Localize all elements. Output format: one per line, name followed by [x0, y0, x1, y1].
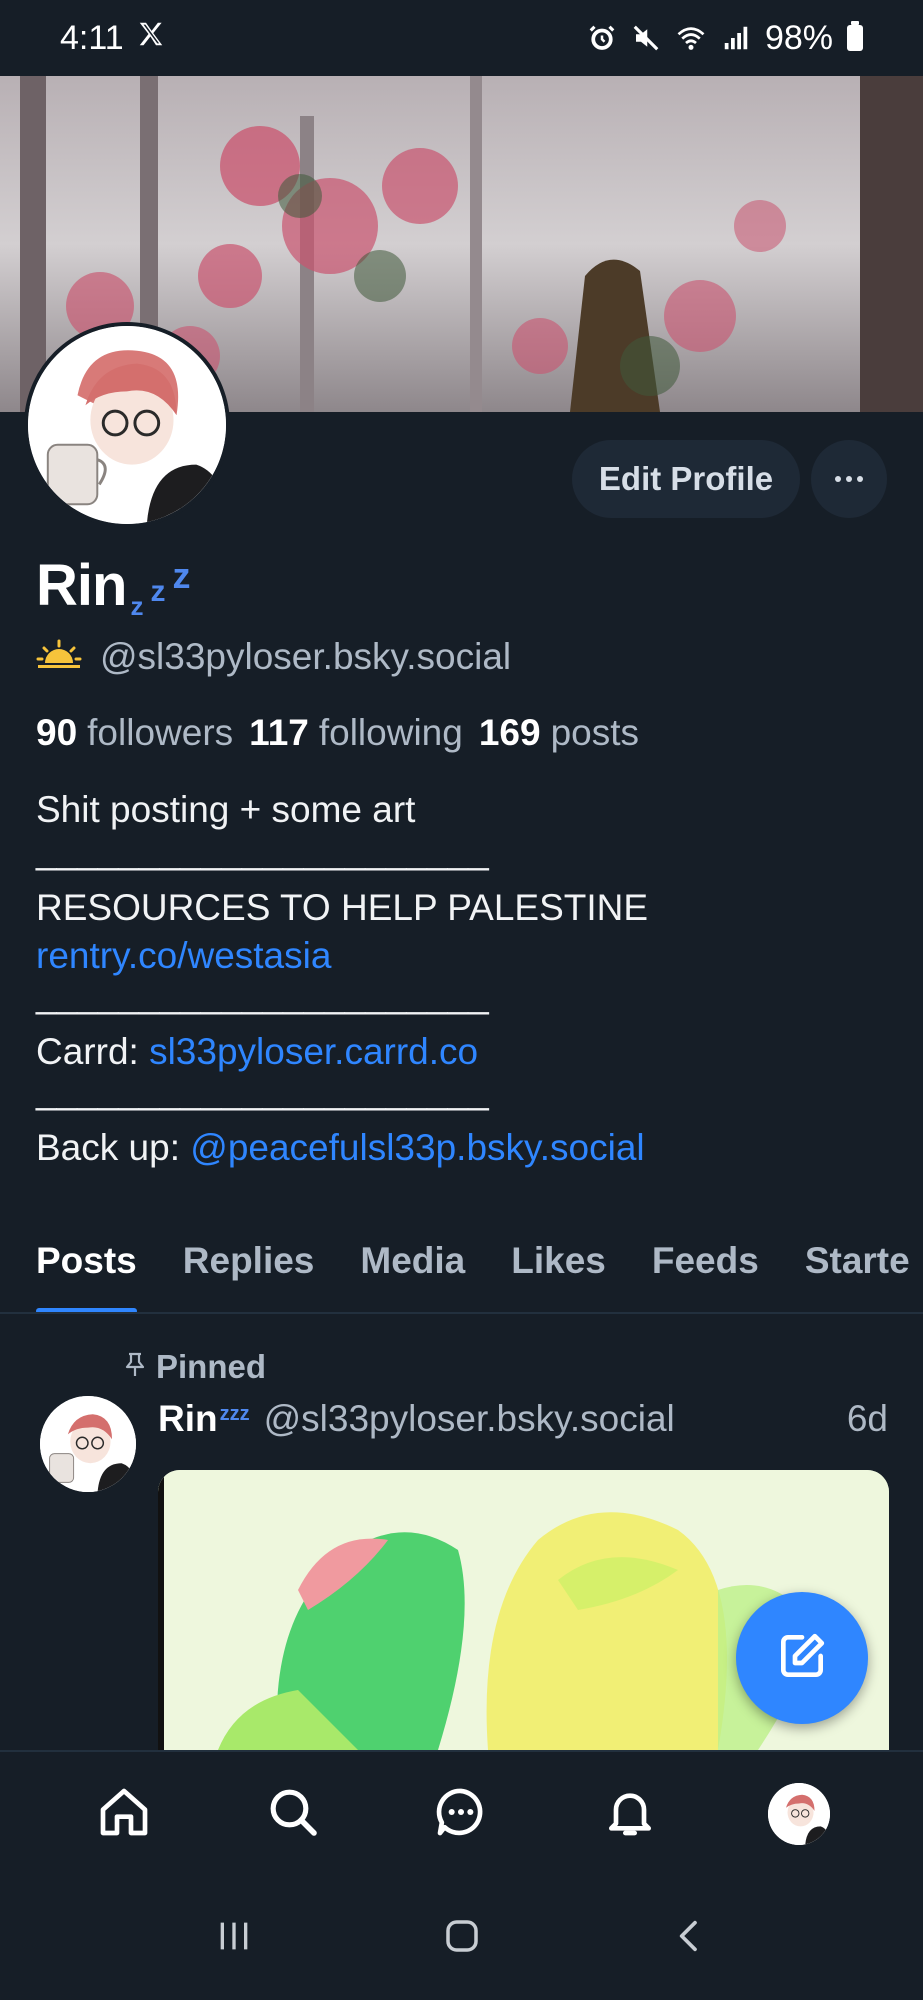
post-author-name: Rin [158, 1398, 218, 1439]
post-header: Rin zzz @sl33pyloser.bsky.social 6d [158, 1398, 888, 1440]
following-stat[interactable]: 117 following [249, 712, 463, 754]
home-icon [96, 1784, 152, 1845]
recents-icon[interactable] [214, 1916, 254, 1961]
alarm-icon [587, 23, 617, 53]
battery-icon [847, 21, 863, 51]
bio-palestine: RESOURCES TO HELP PALESTINE rentry.co/we… [36, 884, 896, 980]
bio-backup: Back up: @peacefulsl33p.bsky.social [36, 1124, 896, 1172]
compose-icon [774, 1628, 830, 1689]
nav-search[interactable] [248, 1769, 338, 1859]
bio-carrd-text: Carrd: [36, 1031, 150, 1072]
profile-handle[interactable]: @sl33pyloser.bsky.social [100, 636, 511, 678]
home-circle-icon[interactable] [441, 1915, 483, 1962]
post-author-avatar[interactable] [40, 1396, 136, 1492]
nav-chat[interactable] [416, 1769, 506, 1859]
nav-profile-avatar [767, 1783, 830, 1845]
x-logo-icon [136, 19, 166, 58]
tab-feeds[interactable]: Feeds [652, 1230, 759, 1312]
search-icon [265, 1784, 321, 1845]
status-right: 98% [587, 19, 863, 58]
pinned-indicator: Pinned [124, 1348, 266, 1386]
followers-stat[interactable]: 90 followers [36, 712, 233, 754]
backup-account-link[interactable]: @peacefulsl33p.bsky.social [190, 1127, 644, 1168]
posts-count: 169 [478, 712, 541, 753]
nav-notifications[interactable] [585, 1769, 675, 1859]
followers-label: followers [87, 712, 234, 753]
status-bar: 4:11 98% [0, 0, 923, 76]
bio-divider: ______________________ [36, 1070, 489, 1111]
tab-replies[interactable]: Replies [183, 1230, 315, 1312]
sleep-zzz-icon: z z z [130, 555, 190, 621]
posts-label: posts [550, 712, 640, 753]
post-time: 6d [846, 1398, 888, 1439]
more-dot [857, 476, 863, 482]
more-options-button[interactable] [811, 440, 887, 518]
following-count: 117 [249, 712, 309, 753]
edit-profile-button[interactable]: Edit Profile [572, 440, 800, 518]
sun-icon [36, 636, 82, 678]
post-author-zzz: zzz [219, 1403, 250, 1425]
bio-line: Shit posting + some art [36, 789, 416, 830]
profile-bio: Shit posting + some art ________________… [36, 786, 896, 1172]
wifi-icon [675, 23, 707, 53]
mute-icon [631, 23, 661, 53]
tab-starter-packs[interactable]: Starte [805, 1230, 910, 1312]
battery-percent: 98% [764, 18, 833, 57]
display-name: Rin z z z [36, 552, 200, 621]
tab-posts[interactable]: Posts [36, 1230, 137, 1312]
handle-row: @sl33pyloser.bsky.social [36, 636, 511, 678]
compose-post-button[interactable] [736, 1592, 868, 1724]
status-time: 4:11 [60, 18, 124, 57]
pinned-label: Pinned [156, 1348, 267, 1385]
carrd-link[interactable]: sl33pyloser.carrd.co [149, 1031, 478, 1072]
palestine-resources-link[interactable]: rentry.co/westasia [36, 935, 331, 976]
post-author[interactable]: Rin zzz [158, 1398, 250, 1440]
nav-home[interactable] [79, 1769, 169, 1859]
display-name-text: Rin [36, 553, 127, 618]
post-author-handle[interactable]: @sl33pyloser.bsky.social [264, 1398, 675, 1440]
bell-icon [602, 1784, 658, 1845]
following-label: following [318, 712, 463, 753]
bio-divider: ______________________ [36, 974, 489, 1015]
more-dot [835, 476, 841, 482]
bio-divider: ______________________ [36, 830, 489, 871]
tab-media[interactable]: Media [360, 1230, 465, 1312]
stats-row: 90 followers 117 following 169 posts [36, 712, 639, 754]
signal-icon [721, 23, 751, 53]
profile-tabs: Posts Replies Media Likes Feeds Starte [0, 1230, 923, 1314]
bottom-nav [0, 1750, 923, 1876]
back-icon[interactable] [670, 1916, 710, 1961]
tab-likes[interactable]: Likes [511, 1230, 606, 1312]
chat-icon [433, 1784, 489, 1845]
status-left: 4:11 [60, 19, 166, 58]
bio-carrd: Carrd: sl33pyloser.carrd.co [36, 1028, 896, 1076]
system-nav-bar [0, 1876, 923, 2000]
nav-profile[interactable] [754, 1769, 844, 1859]
more-dot [846, 476, 852, 482]
followers-count: 90 [36, 712, 78, 753]
profile-avatar[interactable] [24, 322, 230, 528]
bio-backup-text: Back up: [36, 1127, 191, 1168]
pin-icon [124, 1348, 146, 1386]
bio-palestine-text: RESOURCES TO HELP PALESTINE [36, 887, 659, 928]
posts-stat: 169 posts [479, 712, 639, 754]
